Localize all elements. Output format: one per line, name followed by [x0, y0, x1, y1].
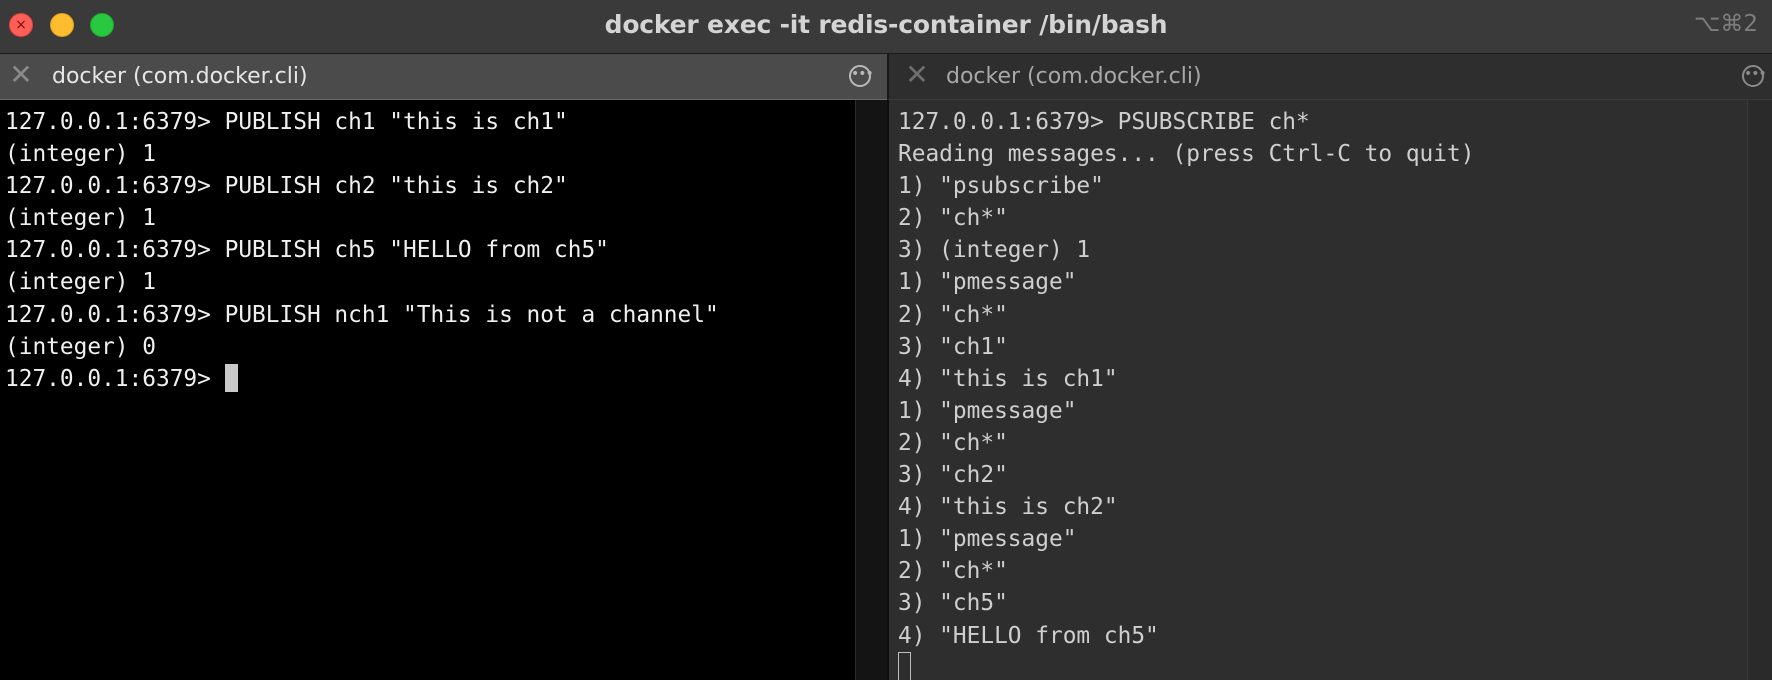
terminal-line: 2) "ch*" — [898, 558, 1008, 585]
terminal-line: 4) "this is ch2" — [898, 494, 1118, 521]
terminal-line: 1) "pmessage" — [898, 397, 1077, 424]
terminal-line: 127.0.0.1:6379> PUBLISH ch1 "this is ch1… — [5, 109, 568, 135]
right-pane-tab[interactable]: ✕ docker (com.docker.cli) ••• — [887, 54, 1772, 100]
terminal-line: 2) "ch*" — [898, 429, 1008, 456]
terminal-line: (integer) 1 — [5, 205, 156, 232]
terminal-line: 1) "pmessage" — [898, 526, 1077, 553]
right-pane-tab-label: docker (com.docker.cli) — [946, 64, 1202, 89]
title-bar[interactable]: × docker exec -it redis-container /bin/b… — [0, 0, 1772, 54]
close-pane-icon[interactable]: ✕ — [904, 61, 930, 89]
left-pane-scrollbar[interactable] — [855, 100, 887, 680]
right-terminal-output: 127.0.0.1:6379> PSUBSCRIBE ch* Reading m… — [898, 106, 1474, 680]
terminal-line: 3) "ch5" — [898, 590, 1008, 617]
terminal-line: 4) "HELLO from ch5" — [898, 622, 1159, 649]
text-cursor — [898, 651, 911, 680]
close-pane-icon[interactable]: ✕ — [8, 61, 34, 89]
terminal-line: 1) "psubscribe" — [898, 173, 1104, 200]
terminal-cursor-line[interactable] — [898, 651, 1474, 680]
right-pane-scrollbar[interactable] — [1747, 100, 1772, 680]
terminal-line: 4) "this is ch1" — [898, 365, 1118, 392]
terminal-line: 127.0.0.1:6379> PUBLISH nch1 "This is no… — [5, 301, 719, 328]
left-terminal-pane[interactable]: 127.0.0.1:6379> PUBLISH ch1 "this is ch1… — [0, 100, 855, 680]
terminal-prompt: 127.0.0.1:6379> — [5, 365, 225, 392]
more-options-icon[interactable]: ••• — [849, 65, 874, 87]
terminal-window: × docker exec -it redis-container /bin/b… — [0, 0, 1772, 680]
terminal-line: 2) "ch*" — [898, 301, 1008, 328]
left-terminal-output: 127.0.0.1:6379> PUBLISH ch1 "this is ch1… — [5, 106, 719, 395]
terminal-line: 1) "pmessage" — [898, 269, 1077, 296]
terminal-line: 127.0.0.1:6379> PUBLISH ch2 "this is ch2… — [5, 173, 568, 200]
left-pane-tab[interactable]: ✕ docker (com.docker.cli) ••• — [0, 54, 887, 100]
left-pane-tab-label: docker (com.docker.cli) — [52, 64, 308, 89]
right-terminal-pane[interactable]: 127.0.0.1:6379> PSUBSCRIBE ch* Reading m… — [889, 100, 1747, 680]
window-shortcut-label: ⌥⌘2 — [1693, 11, 1758, 37]
terminal-line: (integer) 1 — [5, 141, 156, 168]
terminal-line: 2) "ch*" — [898, 205, 1008, 232]
terminal-line: Reading messages... (press Ctrl-C to qui… — [898, 141, 1475, 168]
terminal-line: (integer) 0 — [5, 333, 156, 360]
terminal-line: 3) "ch2" — [898, 462, 1008, 489]
terminal-line: 127.0.0.1:6379> PUBLISH ch5 "HELLO from … — [5, 237, 609, 264]
terminal-line: 127.0.0.1:6379> PSUBSCRIBE ch* — [898, 109, 1310, 135]
terminal-prompt-line[interactable]: 127.0.0.1:6379> — [5, 363, 719, 395]
terminal-line: 3) (integer) 1 — [898, 237, 1091, 264]
terminal-line: (integer) 1 — [5, 269, 156, 296]
text-cursor — [224, 363, 238, 392]
window-title: docker exec -it redis-container /bin/bas… — [604, 10, 1168, 39]
terminal-line: 3) "ch1" — [898, 333, 1008, 360]
more-options-icon[interactable]: ••• — [1742, 65, 1767, 87]
